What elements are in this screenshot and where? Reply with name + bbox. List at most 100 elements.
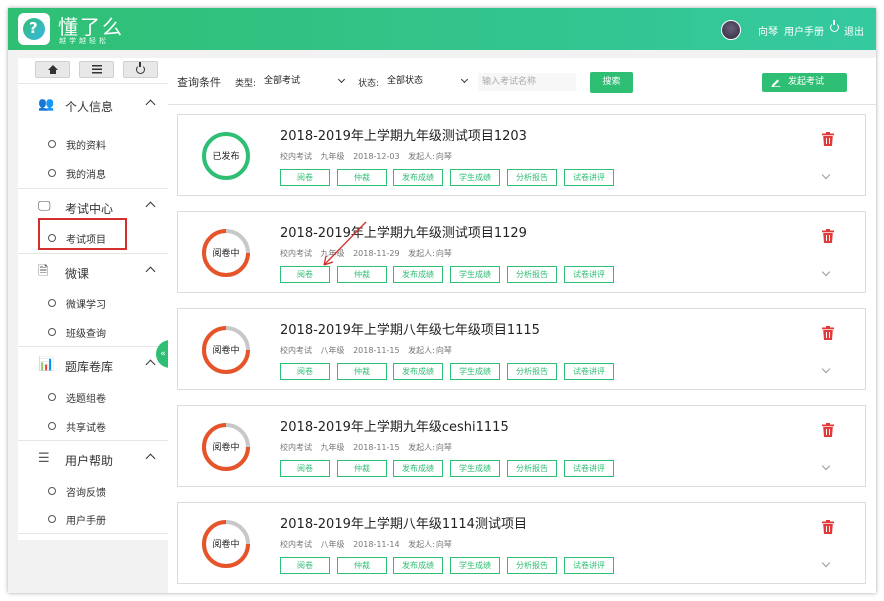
expand-chevron-icon[interactable]	[821, 558, 831, 568]
exam-type: 校内考试	[280, 443, 312, 452]
exam-action-button[interactable]: 分析报告	[507, 169, 557, 186]
exam-action-button[interactable]: 分析报告	[507, 460, 557, 477]
sidebar-item-micro-learning[interactable]: 微课学习	[18, 291, 168, 315]
exam-action-button[interactable]: 发布成绩	[393, 363, 443, 380]
exam-action-button[interactable]: 发布成绩	[393, 557, 443, 574]
exam-name-search-input[interactable]	[478, 73, 576, 91]
monitor-icon: 🖵	[38, 199, 51, 214]
trash-icon[interactable]	[822, 132, 834, 146]
exam-grade: 八年级	[320, 540, 345, 549]
exam-creator: 向琴	[435, 346, 452, 355]
exam-action-button[interactable]: 学生成绩	[450, 266, 500, 283]
exam-type: 校内考试	[280, 540, 312, 549]
status-badge: 阅卷中	[212, 249, 240, 259]
logout-power-icon[interactable]	[830, 20, 839, 32]
highlight-box	[38, 218, 127, 250]
exam-action-button[interactable]: 学生成绩	[450, 460, 500, 477]
exam-grade: 九年级	[320, 443, 345, 452]
trash-icon[interactable]	[822, 423, 834, 437]
exam-title[interactable]: 2018-2019年上学期九年级测试项目1203	[280, 125, 527, 144]
sidebar-section-micro-course[interactable]: 🗎 微课	[18, 255, 168, 289]
chevron-up-icon	[145, 201, 156, 212]
exam-title[interactable]: 2018-2019年上学期八年级1114测试项目	[280, 513, 527, 532]
exam-action-button[interactable]: 试卷讲评	[564, 169, 614, 186]
exam-action-button[interactable]: 仲裁	[337, 460, 387, 477]
exam-grade: 九年级	[320, 249, 345, 258]
exam-title[interactable]: 2018-2019年上学期九年级测试项目1129	[280, 222, 527, 241]
exam-title[interactable]: 2018-2019年上学期八年级七年级项目1115	[280, 319, 540, 338]
exam-meta: 校内考试 八年级 2018-11-15 发起人:向琴	[280, 345, 458, 356]
query-bar: 查询条件 类型: 全部考试 状态: 全部状态 搜索 发起考试	[168, 58, 876, 105]
exam-action-button[interactable]: 阅卷	[280, 557, 330, 574]
exam-action-button[interactable]: 阅卷	[280, 363, 330, 380]
logout-link[interactable]: 退出	[844, 23, 864, 38]
exam-action-button[interactable]: 发布成绩	[393, 169, 443, 186]
home-button[interactable]	[35, 61, 70, 78]
exam-action-button[interactable]: 仲裁	[337, 363, 387, 380]
exam-action-button[interactable]: 发布成绩	[393, 266, 443, 283]
user-manual-link[interactable]: 用户手册	[784, 23, 824, 38]
circle-bullet-icon	[48, 299, 56, 307]
sidebar-item-my-profile[interactable]: 我的资料	[18, 132, 168, 156]
expand-chevron-icon[interactable]	[821, 461, 831, 471]
exam-type: 校内考试	[280, 346, 312, 355]
exam-action-button[interactable]: 学生成绩	[450, 363, 500, 380]
status-ring: 阅卷中	[200, 324, 252, 376]
sidebar-item-feedback[interactable]: 咨询反馈	[18, 479, 168, 503]
expand-chevron-icon[interactable]	[821, 364, 831, 374]
circle-bullet-icon	[48, 169, 56, 177]
exam-action-button[interactable]: 仲裁	[337, 557, 387, 574]
divider	[18, 533, 168, 534]
exam-action-button[interactable]: 试卷讲评	[564, 266, 614, 283]
logo-question-icon	[23, 18, 45, 40]
trash-icon[interactable]	[822, 229, 834, 243]
exam-action-button[interactable]: 分析报告	[507, 557, 557, 574]
status-badge: 阅卷中	[212, 443, 240, 453]
top-header: 懂了么 越学越轻松 向琴 用户手册 退出	[8, 8, 876, 50]
trash-icon[interactable]	[822, 326, 834, 340]
power-button[interactable]	[123, 61, 158, 78]
sidebar-section-user-help[interactable]: ☰ 用户帮助	[18, 442, 168, 476]
exam-action-button[interactable]: 阅卷	[280, 169, 330, 186]
sidebar-item-my-messages[interactable]: 我的消息	[18, 161, 168, 185]
sidebar-section-personal[interactable]: 👥 个人信息	[18, 88, 168, 122]
chevron-up-icon	[145, 99, 156, 110]
type-select[interactable]: 全部考试	[260, 72, 350, 90]
exam-action-button[interactable]: 试卷讲评	[564, 363, 614, 380]
circle-bullet-icon	[48, 393, 56, 401]
sidebar-item-user-manual[interactable]: 用户手册	[18, 507, 168, 531]
exam-action-button[interactable]: 仲裁	[337, 266, 387, 283]
exam-card: 阅卷中 2018-2019年上学期九年级ceshi1115 校内考试 九年级 2…	[177, 405, 866, 487]
launch-exam-button[interactable]: 发起考试	[762, 73, 847, 92]
status-select[interactable]: 全部状态	[383, 72, 473, 90]
sidebar-item-compose-paper[interactable]: 选题组卷	[18, 385, 168, 409]
exam-action-button[interactable]: 阅卷	[280, 460, 330, 477]
document-icon: 🗎	[38, 264, 49, 279]
exam-action-button[interactable]: 试卷讲评	[564, 557, 614, 574]
exam-creator-label: 发起人:	[408, 249, 435, 258]
exam-action-button[interactable]: 分析报告	[507, 266, 557, 283]
status-badge: 已发布	[212, 152, 240, 162]
sidebar-item-shared-papers[interactable]: 共享试卷	[18, 414, 168, 438]
sidebar-item-class-query[interactable]: 班级查询	[18, 320, 168, 344]
exam-action-button[interactable]: 发布成绩	[393, 460, 443, 477]
menu-list-button[interactable]	[79, 61, 114, 78]
exam-action-button[interactable]: 学生成绩	[450, 557, 500, 574]
exam-action-button[interactable]: 阅卷	[280, 266, 330, 283]
user-name[interactable]: 向琴	[758, 23, 778, 38]
exam-meta: 校内考试 九年级 2018-11-29 发起人:向琴	[280, 248, 458, 259]
search-button[interactable]: 搜索	[590, 72, 633, 93]
sidebar-section-label: 题库卷库	[65, 360, 114, 374]
expand-chevron-icon[interactable]	[821, 170, 831, 180]
exam-card: 阅卷中 2018-2019年上学期八年级七年级项目1115 校内考试 八年级 2…	[177, 308, 866, 390]
exam-action-button[interactable]: 仲裁	[337, 169, 387, 186]
exam-action-button[interactable]: 分析报告	[507, 363, 557, 380]
avatar[interactable]	[721, 20, 741, 40]
exam-title[interactable]: 2018-2019年上学期九年级ceshi1115	[280, 416, 509, 435]
trash-icon[interactable]	[822, 520, 834, 534]
divider	[18, 188, 168, 189]
expand-chevron-icon[interactable]	[821, 267, 831, 277]
exam-action-button[interactable]: 学生成绩	[450, 169, 500, 186]
sidebar-section-question-bank[interactable]: 📊 题库卷库	[18, 348, 168, 382]
exam-action-button[interactable]: 试卷讲评	[564, 460, 614, 477]
